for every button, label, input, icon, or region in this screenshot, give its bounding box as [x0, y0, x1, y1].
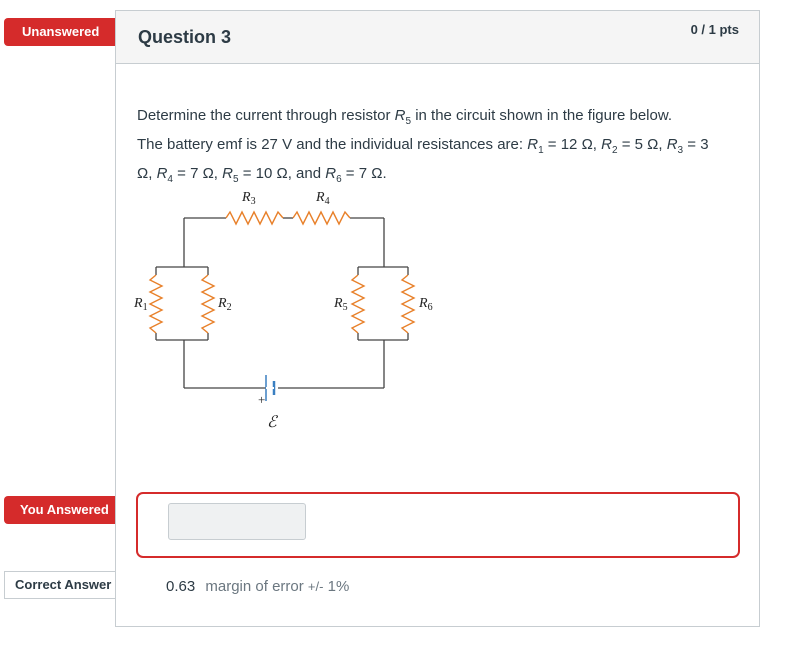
text-segment: Determine the current through resistor: [137, 107, 395, 124]
text-segment: The battery emf is 27 V and the individu…: [137, 136, 528, 153]
margin-of-error: margin of error +/- 1%: [205, 578, 349, 595]
margin-pm: +/-: [307, 579, 324, 594]
student-answer-box: [136, 492, 740, 558]
label-plus: +: [258, 392, 265, 407]
label-r1: R1: [133, 296, 148, 313]
circuit-diagram: R3 R4 R1 R2 R5 R6 + ℰ: [133, 190, 433, 431]
battery-symbol: [265, 375, 276, 401]
resistor-r1: [148, 274, 164, 334]
resistor-r3: [225, 210, 284, 226]
text-segment: = 7 Ω,: [172, 165, 223, 182]
resistor-r5: [350, 274, 366, 334]
label-r5: R5: [333, 296, 348, 313]
text-segment: = 5 Ω,: [617, 136, 667, 153]
margin-value: 1%: [323, 578, 350, 595]
text-segment: = 7 Ω.: [341, 165, 387, 182]
resistor-r6: [400, 274, 416, 334]
label-emf: ℰ: [267, 414, 279, 431]
label-r3: R3: [241, 190, 256, 207]
question-header: Question 3 0 / 1 pts: [116, 11, 759, 64]
text-segment: = 10 Ω, and: [238, 165, 326, 182]
correct-answer-row: 0.63 margin of error +/- 1%: [166, 578, 349, 595]
question-text: Determine the current through resistor R…: [137, 107, 709, 185]
resistor-group: [148, 210, 416, 334]
text-segment: Ω,: [137, 165, 157, 182]
resistor-r2: [200, 274, 216, 334]
label-r2: R2: [217, 296, 232, 313]
margin-prefix: margin of error: [205, 578, 308, 595]
label-r6: R6: [418, 296, 433, 313]
answer-input[interactable]: [168, 503, 306, 540]
text-segment: = 3: [683, 136, 709, 153]
label-r4: R4: [315, 190, 330, 207]
question-title: Question 3: [138, 27, 232, 47]
resistor-r4: [292, 210, 351, 226]
text-segment: = 12 Ω,: [543, 136, 602, 153]
text-segment: in the circuit shown in the figure below…: [411, 107, 673, 124]
question-points: 0 / 1 pts: [690, 22, 739, 37]
correct-answer-label: Correct Answer: [5, 572, 132, 598]
correct-answer-value: 0.63: [166, 578, 196, 595]
